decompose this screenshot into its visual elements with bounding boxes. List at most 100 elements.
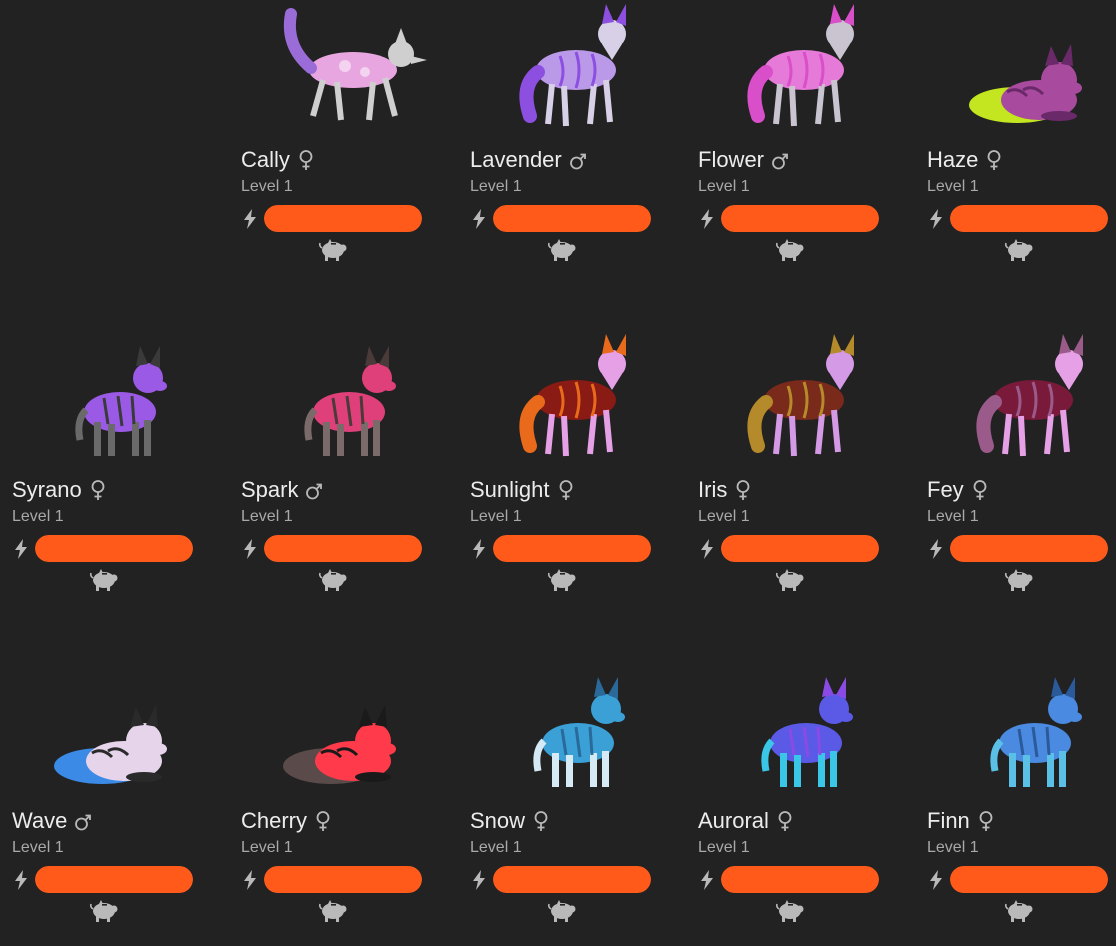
pet-image[interactable] <box>718 661 898 801</box>
energy-row <box>470 535 651 562</box>
pet-level: Level 1 <box>927 508 979 525</box>
pet-name-line: Finn <box>927 807 995 835</box>
lightning-bolt-icon <box>241 538 259 560</box>
pet-name[interactable]: Sunlight <box>470 477 550 503</box>
piggy-bank-icon[interactable] <box>318 567 348 593</box>
lightning-bolt-icon <box>470 869 488 891</box>
piggy-bank-icon[interactable] <box>1004 567 1034 593</box>
piggy-bank-icon[interactable] <box>1004 237 1034 263</box>
pet-name[interactable]: Spark <box>241 477 298 503</box>
energy-bar <box>264 535 422 562</box>
piggy-bank-icon[interactable] <box>89 898 119 924</box>
pet-card[interactable]: Iris Level 1 <box>698 330 913 630</box>
piggy-bank-icon[interactable] <box>547 237 577 263</box>
pet-card[interactable]: Spark Level 1 <box>241 330 456 630</box>
pet-image[interactable] <box>718 0 898 140</box>
pet-name[interactable]: Cally <box>241 147 290 173</box>
female-symbol-icon <box>985 149 1003 171</box>
pet-card[interactable]: Cherry Level 1 <box>241 661 456 946</box>
pet-card[interactable]: Flower Level 1 <box>698 0 913 300</box>
pet-image[interactable] <box>490 330 670 470</box>
pet-image[interactable] <box>261 330 441 470</box>
piggy-bank-icon[interactable] <box>318 237 348 263</box>
lightning-bolt-icon <box>241 208 259 230</box>
energy-bar <box>950 205 1108 232</box>
pet-name-line: Snow <box>470 807 550 835</box>
pet-name-line: Syrano <box>12 476 107 504</box>
pet-level: Level 1 <box>241 178 293 195</box>
energy-bar <box>950 535 1108 562</box>
female-symbol-icon <box>734 479 752 501</box>
energy-row <box>927 866 1108 893</box>
pet-image[interactable] <box>490 0 670 140</box>
piggy-bank-icon[interactable] <box>775 898 805 924</box>
pet-name[interactable]: Iris <box>698 477 727 503</box>
pet-image[interactable] <box>261 661 441 801</box>
pet-image[interactable] <box>490 661 670 801</box>
pet-name-line: Fey <box>927 476 989 504</box>
energy-row <box>927 205 1108 232</box>
pet-card[interactable]: Cally Level 1 <box>241 0 456 300</box>
energy-bar-fill <box>493 205 651 232</box>
energy-row <box>12 866 193 893</box>
piggy-bank-icon[interactable] <box>547 567 577 593</box>
pet-card[interactable]: Auroral Level 1 <box>698 661 913 946</box>
pet-card[interactable]: Haze Level 1 <box>927 0 1116 300</box>
pet-name[interactable]: Wave <box>12 808 67 834</box>
pet-card[interactable]: Syrano Level 1 <box>12 330 227 630</box>
pet-name[interactable]: Haze <box>927 147 978 173</box>
female-symbol-icon <box>297 149 315 171</box>
pet-name[interactable]: Fey <box>927 477 964 503</box>
piggy-bank-icon[interactable] <box>1004 898 1034 924</box>
lightning-bolt-icon <box>698 538 716 560</box>
pet-image[interactable] <box>947 330 1116 470</box>
energy-bar <box>493 535 651 562</box>
energy-bar-fill <box>493 866 651 893</box>
piggy-bank-icon[interactable] <box>775 237 805 263</box>
pet-image[interactable] <box>947 661 1116 801</box>
pet-name[interactable]: Auroral <box>698 808 769 834</box>
pet-card[interactable]: Wave Level 1 <box>12 661 227 946</box>
pet-name[interactable]: Syrano <box>12 477 82 503</box>
energy-bar-fill <box>35 535 193 562</box>
pet-image[interactable] <box>718 330 898 470</box>
pet-level: Level 1 <box>12 839 64 856</box>
pet-name-line: Wave <box>12 807 92 835</box>
pet-image[interactable] <box>261 0 441 140</box>
lightning-bolt-icon <box>470 538 488 560</box>
lightning-bolt-icon <box>470 208 488 230</box>
pet-image[interactable] <box>32 661 212 801</box>
piggy-bank-icon[interactable] <box>775 567 805 593</box>
energy-bar <box>35 535 193 562</box>
energy-bar-fill <box>721 205 879 232</box>
energy-row <box>470 866 651 893</box>
lightning-bolt-icon <box>698 208 716 230</box>
pet-image[interactable] <box>947 0 1116 140</box>
pet-name[interactable]: Finn <box>927 808 970 834</box>
pet-image[interactable] <box>32 330 212 470</box>
pet-name[interactable]: Lavender <box>470 147 562 173</box>
energy-bar <box>493 866 651 893</box>
piggy-bank-icon[interactable] <box>547 898 577 924</box>
energy-bar <box>950 866 1108 893</box>
pet-name[interactable]: Snow <box>470 808 525 834</box>
pet-card[interactable]: Fey Level 1 <box>927 330 1116 630</box>
male-symbol-icon <box>305 479 323 501</box>
piggy-bank-icon[interactable] <box>318 898 348 924</box>
pet-card[interactable]: Sunlight Level 1 <box>470 330 685 630</box>
pet-name-line: Cherry <box>241 807 332 835</box>
energy-bar-fill <box>950 205 1108 232</box>
female-symbol-icon <box>557 479 575 501</box>
pet-card[interactable]: Snow Level 1 <box>470 661 685 946</box>
pet-card[interactable]: Lavender Level 1 <box>470 0 685 300</box>
piggy-bank-icon[interactable] <box>89 567 119 593</box>
male-symbol-icon <box>74 810 92 832</box>
pet-card[interactable]: Finn Level 1 <box>927 661 1116 946</box>
energy-bar <box>264 205 422 232</box>
energy-row <box>470 205 651 232</box>
pet-name[interactable]: Cherry <box>241 808 307 834</box>
energy-bar-fill <box>264 205 422 232</box>
male-symbol-icon <box>771 149 789 171</box>
pet-name[interactable]: Flower <box>698 147 764 173</box>
pet-level: Level 1 <box>927 839 979 856</box>
